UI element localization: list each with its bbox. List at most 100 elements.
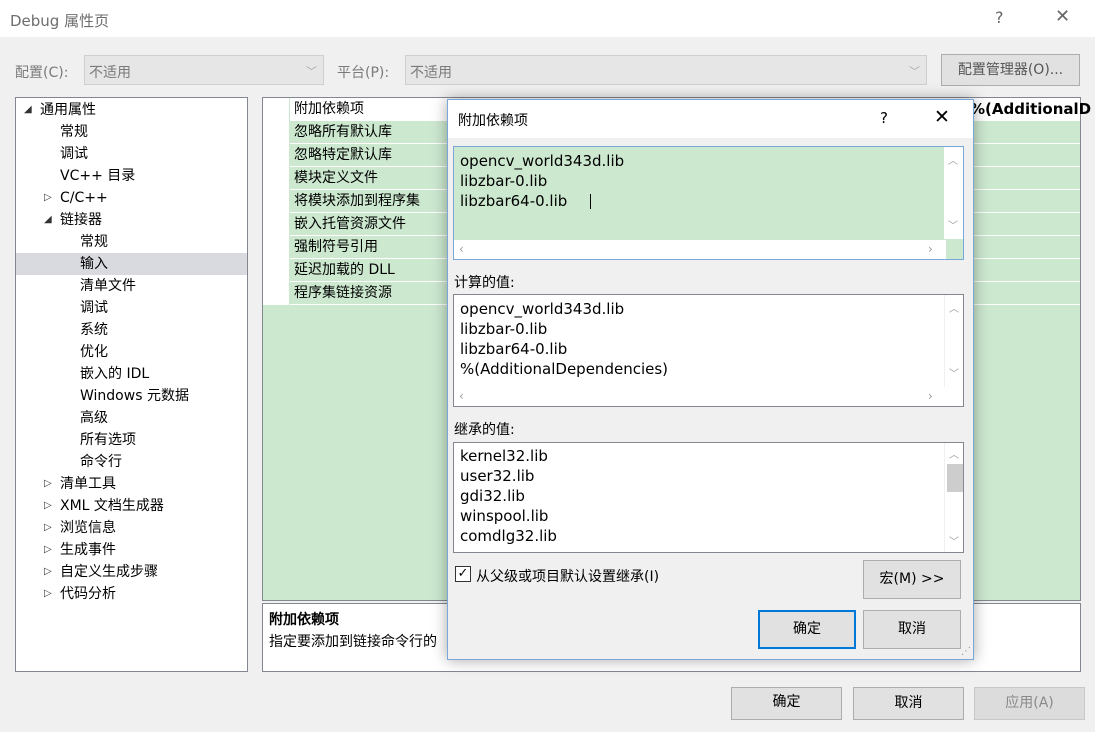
tree-item-label: 生成事件 [60, 542, 116, 558]
tree-item[interactable]: ▷ 浏览信息 [16, 517, 247, 539]
collapse-arrow-icon[interactable]: ◢ [24, 99, 32, 121]
scroll-up-icon[interactable]: ︿ [948, 152, 958, 167]
tree-item-label: 所有选项 [80, 432, 136, 448]
scroll-right-icon[interactable]: › [928, 242, 933, 256]
ok-button[interactable]: 确定 [731, 687, 842, 720]
scroll-thumb[interactable] [947, 464, 963, 492]
scroll-down-icon[interactable]: ﹀ [949, 365, 959, 380]
expand-arrow-icon[interactable]: ▷ [44, 517, 52, 539]
dialog-ok-button[interactable]: 确定 [758, 610, 856, 649]
computed-values-box[interactable]: opencv_world343d.lib libzbar-0.lib libzb… [453, 294, 964, 407]
tree-item[interactable]: 清单文件 [16, 275, 247, 297]
collapse-arrow-icon[interactable]: ◢ [44, 209, 52, 231]
help-icon[interactable]: ? [995, 8, 1004, 27]
tree-item-label: 常规 [80, 234, 108, 250]
platform-label: 平台(P): [337, 65, 390, 81]
inherited-values-box[interactable]: kernel32.lib user32.lib gdi32.lib winspo… [453, 442, 964, 553]
tree-item-label: 系统 [80, 322, 108, 338]
tree-item-label: 调试 [60, 146, 88, 162]
tree-item[interactable]: ◢ 通用属性 [16, 99, 247, 121]
expand-arrow-icon[interactable]: ▷ [44, 583, 52, 605]
cancel-button[interactable]: 取消 [853, 687, 964, 720]
inherited-line: comdlg32.lib [460, 527, 557, 545]
tree-item-label: 输入 [80, 256, 108, 272]
tree-item[interactable]: 优化 [16, 341, 247, 363]
tree-item[interactable]: 常规 [16, 231, 247, 253]
scroll-right-icon[interactable]: › [928, 389, 933, 403]
scroll-left-icon[interactable]: ‹ [459, 389, 464, 403]
tree-item[interactable]: Windows 元数据 [16, 385, 247, 407]
scroll-down-icon[interactable]: ﹀ [948, 217, 958, 232]
tree-item-label: 通用属性 [40, 102, 96, 118]
grid-gutter [263, 98, 289, 305]
tree-item[interactable]: ▷ 代码分析 [16, 583, 247, 605]
grid-row-label: 模块定义文件 [294, 170, 378, 186]
grid-first-value: %(AdditionalD [970, 100, 1092, 118]
config-select[interactable]: 不适用 ﹀ [84, 55, 324, 85]
apply-button[interactable]: 应用(A) [974, 687, 1085, 720]
edit-horizontal-scrollbar[interactable]: ‹ › [454, 240, 946, 259]
inherited-line: kernel32.lib [460, 447, 548, 465]
tree-item[interactable]: 所有选项 [16, 429, 247, 451]
grid-row-label: 程序集链接资源 [294, 285, 392, 301]
tree-item[interactable]: 调试 [16, 297, 247, 319]
description-text: 指定要添加到链接命令行的 [269, 634, 437, 650]
tree-item[interactable]: 系统 [16, 319, 247, 341]
inherited-vertical-scrollbar[interactable]: ︿ ﹀ [944, 443, 963, 552]
tree-item[interactable]: ◢ 链接器 [16, 209, 247, 231]
dialog-cancel-button[interactable]: 取消 [863, 610, 961, 649]
computed-line: libzbar-0.lib [460, 320, 548, 338]
tree-item-label: 嵌入的 IDL [80, 366, 150, 382]
inherit-checkbox[interactable]: ✓ [455, 566, 471, 582]
computed-horizontal-scrollbar[interactable]: ‹ › [454, 387, 946, 406]
expand-arrow-icon[interactable]: ▷ [44, 539, 52, 561]
computed-line: libzbar64-0.lib [460, 340, 568, 358]
scroll-up-icon[interactable]: ︿ [949, 300, 959, 315]
tree-item[interactable]: 命令行 [16, 451, 247, 473]
platform-select[interactable]: 不适用 ﹀ [405, 55, 927, 85]
expand-arrow-icon[interactable]: ▷ [44, 473, 52, 495]
scroll-left-icon[interactable]: ‹ [459, 242, 464, 256]
dialog-close-icon[interactable]: ✕ [934, 106, 950, 128]
tree-item-label: VC++ 目录 [60, 168, 136, 184]
close-icon[interactable]: ✕ [1055, 6, 1070, 27]
tree-item[interactable]: 输入 [16, 253, 247, 275]
inherited-line: gdi32.lib [460, 487, 525, 505]
inherit-checkbox-label[interactable]: 从父级或项目默认设置继承(I) [476, 566, 659, 586]
edit-vertical-scrollbar[interactable]: ︿ ﹀ [944, 147, 963, 239]
dependencies-edit-box[interactable]: opencv_world343d.lib libzbar-0.lib libzb… [453, 146, 964, 260]
tree-item[interactable]: 调试 [16, 143, 247, 165]
macros-button[interactable]: 宏(M) >> [863, 560, 961, 599]
config-label: 配置(C): [15, 65, 69, 81]
tree-item[interactable]: ▷ XML 文档生成器 [16, 495, 247, 517]
config-manager-button[interactable]: 配置管理器(O)... [941, 54, 1080, 86]
tree-item[interactable]: ▷ 生成事件 [16, 539, 247, 561]
computed-vertical-scrollbar[interactable]: ︿ ﹀ [944, 295, 963, 387]
additional-dependencies-dialog: 附加依赖项 ? ✕ opencv_world343d.lib libzbar-0… [447, 99, 974, 660]
window-title-bar: Debug 属性页 ? ✕ [0, 0, 1095, 38]
tree-item[interactable]: 嵌入的 IDL [16, 363, 247, 385]
tree-item-label: 代码分析 [60, 586, 116, 602]
scroll-up-icon[interactable]: ︿ [949, 446, 959, 461]
scroll-down-icon[interactable]: ﹀ [949, 533, 959, 548]
tree-item-label: 高级 [80, 410, 108, 426]
tree-item[interactable]: 高级 [16, 407, 247, 429]
platform-select-value: 不适用 [410, 65, 452, 81]
expand-arrow-icon[interactable]: ▷ [44, 495, 52, 517]
expand-arrow-icon[interactable]: ▷ [44, 561, 52, 583]
tree-item-label: 调试 [80, 300, 108, 316]
dialog-help-icon[interactable]: ? [880, 109, 888, 127]
tree-item[interactable]: VC++ 目录 [16, 165, 247, 187]
property-tree[interactable]: ◢ 通用属性 常规 调试 VC++ 目录 ▷ C/C++ ◢ 链接器 常规 输入 清单文件 调试 系统 优化… [15, 97, 248, 672]
tree-item[interactable]: ▷ 清单工具 [16, 473, 247, 495]
expand-arrow-icon[interactable]: ▷ [44, 187, 52, 209]
tree-item[interactable]: 常规 [16, 121, 247, 143]
inherited-values-label: 继承的值: [454, 422, 515, 438]
tree-item[interactable]: ▷ C/C++ [16, 187, 247, 209]
grid-row-label: 强制符号引用 [294, 239, 378, 255]
resize-grip-icon[interactable]: ⋰ [961, 646, 971, 657]
chevron-down-icon: ﹀ [909, 65, 920, 78]
tree-item-label: 常规 [60, 124, 88, 140]
edit-line: libzbar-0.lib [460, 172, 548, 190]
tree-item[interactable]: ▷ 自定义生成步骤 [16, 561, 247, 583]
